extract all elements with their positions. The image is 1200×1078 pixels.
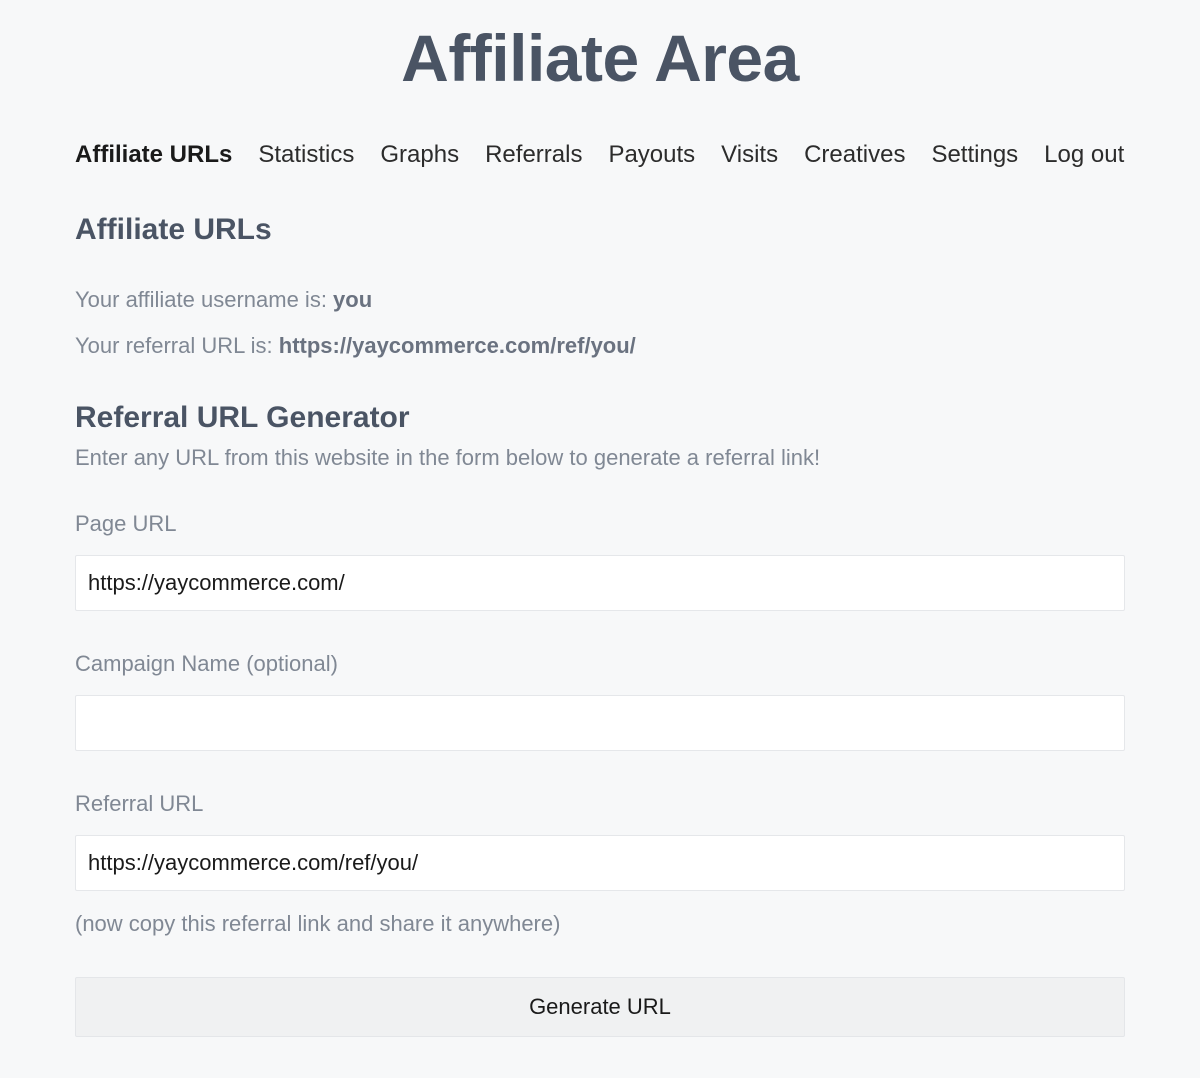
referral-url-label: Your referral URL is: bbox=[75, 333, 279, 358]
page-url-input[interactable] bbox=[75, 555, 1125, 611]
tab-affiliate-urls[interactable]: Affiliate URLs bbox=[75, 141, 232, 169]
section-heading-generator: Referral URL Generator bbox=[75, 401, 1125, 435]
main-container: Affiliate URLs Statistics Graphs Referra… bbox=[0, 141, 1200, 1037]
referral-url-value: https://yaycommerce.com/ref/you/ bbox=[279, 333, 636, 358]
tab-payouts[interactable]: Payouts bbox=[608, 141, 695, 169]
campaign-name-label: Campaign Name (optional) bbox=[75, 651, 1125, 677]
generator-description: Enter any URL from this website in the f… bbox=[75, 445, 1125, 471]
username-value: you bbox=[333, 287, 372, 312]
generate-url-button[interactable]: Generate URL bbox=[75, 977, 1125, 1037]
campaign-name-input[interactable] bbox=[75, 695, 1125, 751]
referral-hint: (now copy this referral link and share i… bbox=[75, 911, 1125, 937]
tab-visits[interactable]: Visits bbox=[721, 141, 778, 169]
referral-url-info: Your referral URL is: https://yaycommerc… bbox=[75, 333, 1125, 359]
tab-creatives[interactable]: Creatives bbox=[804, 141, 905, 169]
referral-url-output[interactable] bbox=[75, 835, 1125, 891]
page-title: Affiliate Area bbox=[0, 0, 1200, 141]
section-heading-affiliate-urls: Affiliate URLs bbox=[75, 213, 1125, 247]
username-info: Your affiliate username is: you bbox=[75, 287, 1125, 313]
tab-logout[interactable]: Log out bbox=[1044, 141, 1124, 169]
page-url-label: Page URL bbox=[75, 511, 1125, 537]
tab-statistics[interactable]: Statistics bbox=[258, 141, 354, 169]
username-label: Your affiliate username is: bbox=[75, 287, 333, 312]
tabs-nav: Affiliate URLs Statistics Graphs Referra… bbox=[75, 141, 1125, 169]
tab-settings[interactable]: Settings bbox=[931, 141, 1018, 169]
tab-graphs[interactable]: Graphs bbox=[380, 141, 459, 169]
tab-referrals[interactable]: Referrals bbox=[485, 141, 582, 169]
referral-url-output-label: Referral URL bbox=[75, 791, 1125, 817]
